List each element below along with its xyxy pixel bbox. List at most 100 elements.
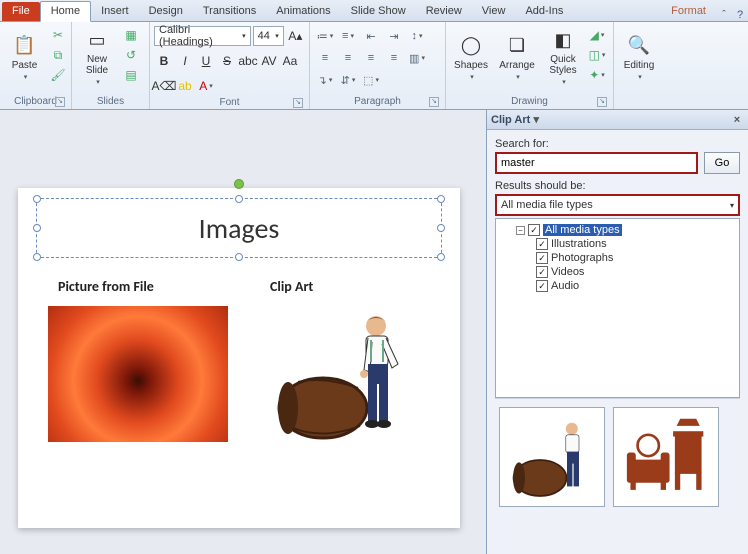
media-types-select[interactable]: All media file types ▾ [495, 194, 740, 216]
tree-row-videos[interactable]: ✓ Videos [500, 265, 735, 279]
drawing-launcher[interactable]: ↘ [597, 97, 607, 107]
resize-handle[interactable] [437, 224, 445, 232]
help-icon[interactable]: ? [732, 9, 748, 21]
grow-font-icon[interactable]: A▴ [286, 26, 305, 46]
tree-row-audio[interactable]: ✓ Audio [500, 279, 735, 293]
minimize-ribbon-icon[interactable]: ˆ [716, 9, 732, 21]
clipboard-launcher[interactable]: ↘ [55, 97, 65, 107]
shapes-button[interactable]: ◯Shapes [450, 24, 492, 90]
spacing-button[interactable]: AV [259, 51, 279, 71]
checkbox[interactable]: ✓ [536, 252, 548, 264]
italic-button[interactable]: I [175, 51, 195, 71]
resize-handle[interactable] [235, 253, 243, 261]
copy-icon[interactable]: ⧉ [49, 46, 67, 64]
tab-format[interactable]: Format [661, 2, 716, 21]
pane-titlebar[interactable]: Clip Art ▾ × [487, 110, 748, 130]
underline-button[interactable]: U [196, 51, 216, 71]
align-text-button[interactable]: ⇵ [337, 70, 359, 90]
decrease-indent-button[interactable]: ⇤ [360, 26, 382, 46]
group-drawing: ◯Shapes ❏Arrange ◧Quick Styles ◢ ◫ ✦ Dra… [446, 22, 614, 109]
line-spacing-button[interactable]: ↕ [406, 26, 428, 46]
tree-row-illustrations[interactable]: ✓ Illustrations [500, 237, 735, 251]
format-painter-icon[interactable]: 🖌 [49, 66, 67, 84]
layout-icon[interactable]: ▦ [122, 26, 140, 44]
resize-handle[interactable] [33, 195, 41, 203]
align-left-button[interactable]: ≡ [314, 48, 336, 68]
group-drawing-label: Drawing↘ [450, 95, 609, 109]
furniture-icon [621, 417, 711, 497]
clear-format-icon[interactable]: A⌫ [154, 76, 174, 96]
checkbox[interactable]: ✓ [536, 280, 548, 292]
justify-button[interactable]: ≡ [383, 48, 405, 68]
result-thumb-1[interactable] [499, 407, 605, 507]
columns-button[interactable]: ▥ [406, 48, 428, 68]
checkbox[interactable]: ✓ [528, 224, 540, 236]
new-slide-button[interactable]: ▭ New Slide [76, 24, 118, 90]
case-button[interactable]: Aa [280, 51, 300, 71]
arrange-button[interactable]: ❏Arrange [496, 24, 538, 90]
font-launcher[interactable]: ↘ [293, 98, 303, 108]
paste-label: Paste [12, 60, 38, 71]
clipart-barrel-image[interactable] [268, 298, 418, 448]
pane-close-icon[interactable]: × [730, 114, 744, 126]
shape-effects-button[interactable]: ✦ [588, 66, 606, 84]
tree-label: Photographs [551, 252, 613, 264]
align-center-button[interactable]: ≡ [337, 48, 359, 68]
quick-styles-button[interactable]: ◧Quick Styles [542, 24, 584, 90]
reset-icon[interactable]: ↺ [122, 46, 140, 64]
group-paragraph: ≔ ≡ ⇤ ⇥ ↕ ≡ ≡ ≡ ≡ ▥ ↴ ⇵ ⬚ Paragraph↘ [310, 22, 446, 109]
font-color-button[interactable]: A [196, 76, 216, 96]
highlight-icon[interactable]: ab [175, 76, 195, 96]
font-size-select[interactable]: 44▾ [253, 26, 284, 46]
result-thumb-2[interactable] [613, 407, 719, 507]
bold-button[interactable]: B [154, 51, 174, 71]
shape-fill-button[interactable]: ◢ [588, 26, 606, 44]
tab-slideshow[interactable]: Slide Show [341, 2, 416, 21]
group-editing: 🔍Editing Editing [614, 22, 670, 109]
resize-handle[interactable] [33, 224, 41, 232]
smartart-button[interactable]: ⬚ [360, 70, 382, 90]
shape-outline-button[interactable]: ◫ [588, 46, 606, 64]
collapse-icon[interactable]: − [516, 226, 525, 235]
resize-handle[interactable] [437, 253, 445, 261]
flower-image[interactable] [48, 306, 228, 442]
slide-canvas[interactable]: Images Picture from File Clip Art [0, 110, 486, 554]
search-input[interactable] [495, 152, 698, 174]
editing-button[interactable]: 🔍Editing [618, 24, 660, 90]
font-name-select[interactable]: Calibri (Headings)▾ [154, 26, 251, 46]
tab-home[interactable]: Home [40, 1, 91, 22]
subheading-clipart: Clip Art [270, 278, 313, 295]
tab-animations[interactable]: Animations [266, 2, 340, 21]
tab-transitions[interactable]: Transitions [193, 2, 266, 21]
tab-design[interactable]: Design [139, 2, 193, 21]
tree-row-photographs[interactable]: ✓ Photographs [500, 251, 735, 265]
tab-insert[interactable]: Insert [91, 2, 139, 21]
tree-row-all[interactable]: − ✓ All media types [500, 223, 735, 237]
increase-indent-button[interactable]: ⇥ [383, 26, 405, 46]
bullets-button[interactable]: ≔ [314, 26, 336, 46]
checkbox[interactable]: ✓ [536, 238, 548, 250]
tab-addins[interactable]: Add-Ins [515, 2, 573, 21]
tab-view[interactable]: View [472, 2, 516, 21]
slide-title[interactable]: Images [37, 199, 441, 246]
cut-icon[interactable]: ✂ [49, 26, 67, 44]
tab-file[interactable]: File [2, 2, 40, 21]
section-icon[interactable]: ▤ [122, 66, 140, 84]
align-right-button[interactable]: ≡ [360, 48, 382, 68]
checkbox[interactable]: ✓ [536, 266, 548, 278]
resize-handle[interactable] [437, 195, 445, 203]
title-placeholder[interactable]: Images [36, 198, 442, 258]
pane-menu-icon[interactable]: ▾ [530, 113, 542, 126]
numbering-button[interactable]: ≡ [337, 26, 359, 46]
group-slides-label: Slides [76, 95, 145, 109]
paste-button[interactable]: 📋 Paste [4, 24, 45, 90]
shadow-button[interactable]: abc [238, 51, 258, 71]
text-direction-button[interactable]: ↴ [314, 70, 336, 90]
go-button[interactable]: Go [704, 152, 740, 174]
resize-handle[interactable] [235, 195, 243, 203]
strike-button[interactable]: S [217, 51, 237, 71]
rotate-handle[interactable] [234, 179, 244, 189]
tab-review[interactable]: Review [416, 2, 472, 21]
paragraph-launcher[interactable]: ↘ [429, 97, 439, 107]
resize-handle[interactable] [33, 253, 41, 261]
